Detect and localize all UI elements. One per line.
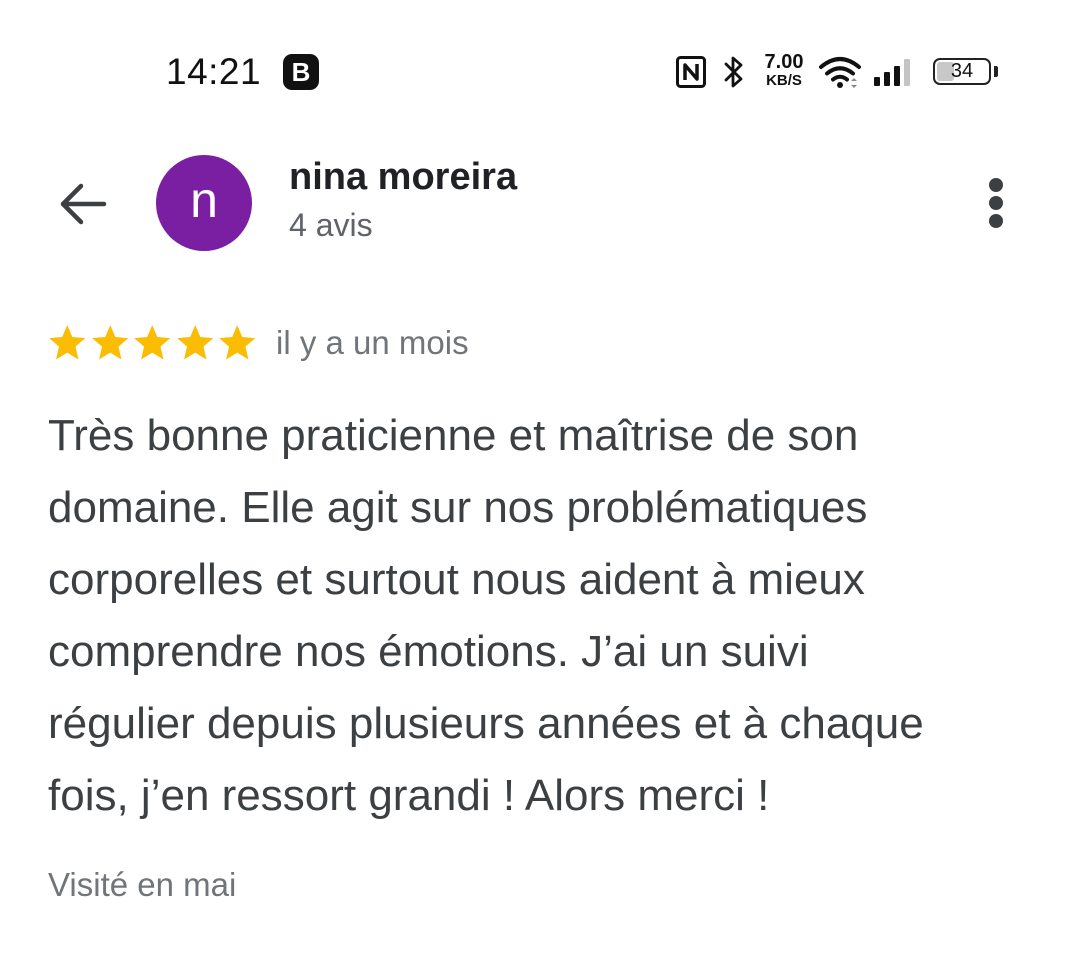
reviewer-review-count: 4 avis <box>289 207 373 243</box>
more-vertical-icon-dot <box>989 196 1003 210</box>
review-text-line: régulier depuis plusieurs années et à ch… <box>48 699 924 748</box>
nfc-icon <box>676 56 706 88</box>
review-text: Très bonne praticienne et maîtrise de so… <box>48 400 1038 832</box>
star-icon <box>134 325 171 360</box>
avatar-letter: n <box>190 172 218 228</box>
bluetooth-icon <box>724 56 743 88</box>
more-vertical-icon-dot <box>989 214 1003 228</box>
star-icon <box>91 325 128 360</box>
network-speed: 7.00 KB/S <box>758 52 810 89</box>
status-time: 14:21 <box>166 51 262 92</box>
battery-percent: 34 <box>950 60 974 82</box>
reviewer-name[interactable]: nina moreira <box>289 154 517 200</box>
review-text-line: domaine. Elle agit sur nos problématique… <box>48 483 868 532</box>
review-text-line: fois, j’en ressort grandi ! Alors merci … <box>48 771 770 820</box>
review-text-line: comprendre nos émotions. J’ai un suivi <box>48 627 809 676</box>
review-text-line: Très bonne praticienne et maîtrise de so… <box>48 411 859 460</box>
review-date: il y a un mois <box>276 324 469 361</box>
back-button[interactable] <box>54 174 114 234</box>
avatar[interactable]: n <box>156 155 252 251</box>
network-speed-value: 7.00 <box>764 51 804 73</box>
star-rating <box>46 322 259 364</box>
arrow-back-icon <box>60 183 107 225</box>
network-speed-unit: KB/S <box>766 72 802 89</box>
more-options-button[interactable] <box>970 172 1022 234</box>
star-icon <box>49 325 86 360</box>
visit-date: Visité en mai <box>48 866 237 903</box>
wifi-icon <box>819 57 861 88</box>
battery-indicator: 34 <box>933 58 991 85</box>
app-badge-icon: B <box>283 54 319 90</box>
star-icon <box>176 325 213 360</box>
cellular-signal-icon <box>874 59 910 86</box>
star-icon <box>219 325 256 360</box>
status-bar: 14:21 B 7.00 KB/S 34 <box>0 0 1072 140</box>
review-text-line: corporelles et surtout nous aident à mie… <box>48 555 865 604</box>
more-vertical-icon <box>989 178 1003 192</box>
battery-tip <box>994 66 998 77</box>
